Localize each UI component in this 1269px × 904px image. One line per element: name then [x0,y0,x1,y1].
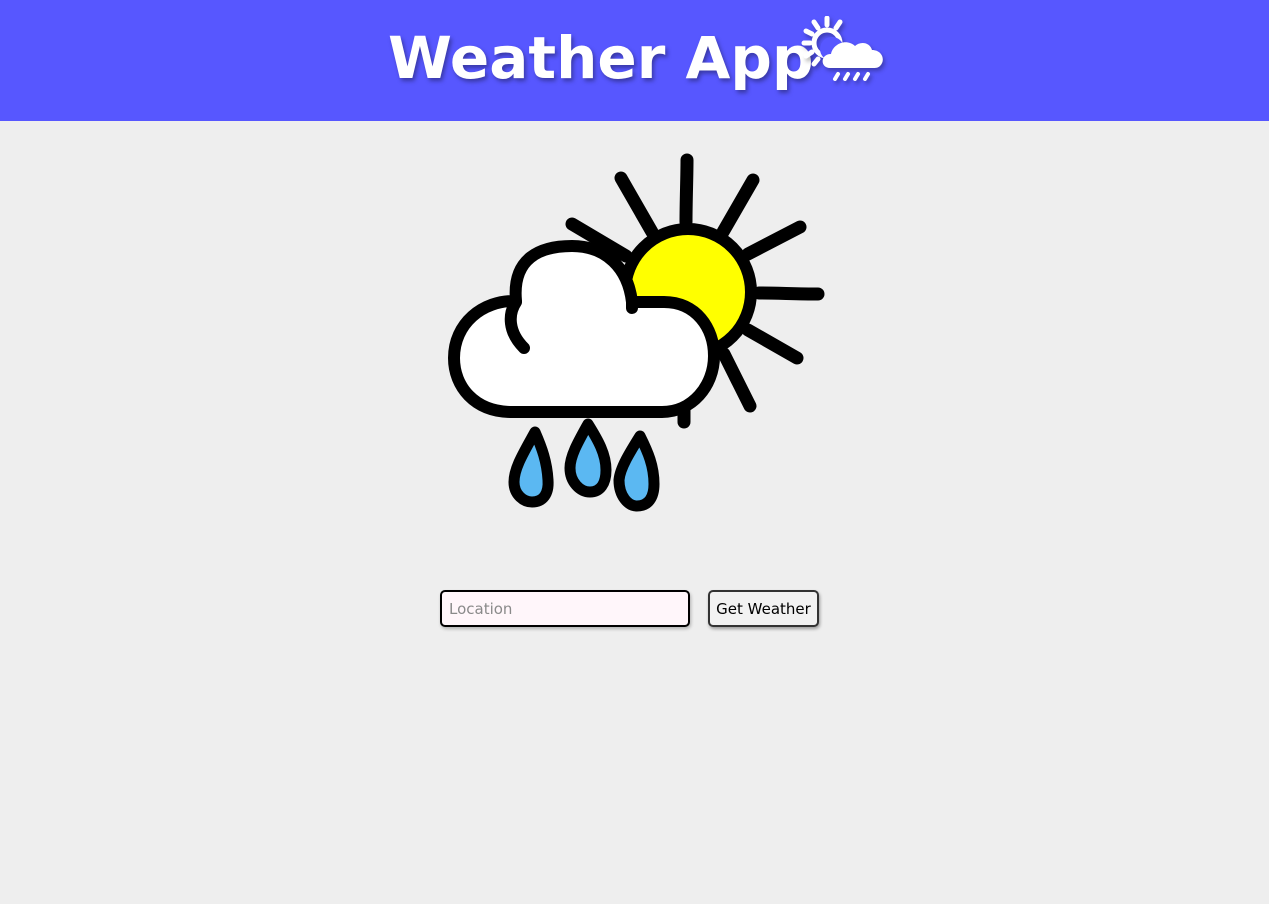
partly-cloudy-rain-icon [448,153,825,512]
get-weather-button[interactable]: Get Weather [708,590,819,627]
app-header: Weather App [0,0,1269,121]
app-title: Weather App [388,24,814,92]
sun-cloud-rain-icon [801,16,883,81]
location-input[interactable] [440,590,690,627]
